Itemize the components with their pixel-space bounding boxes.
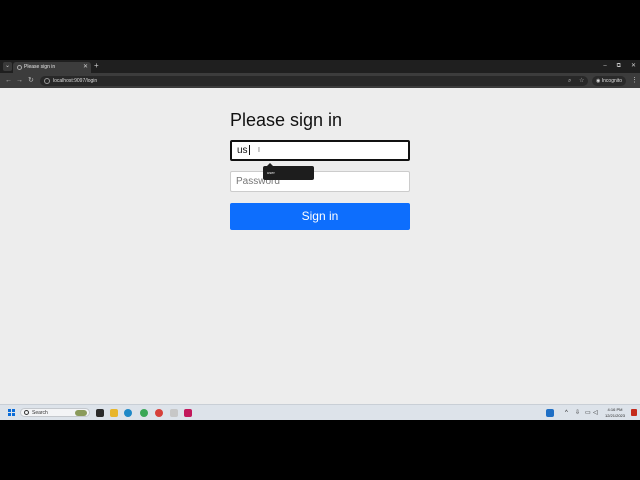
edge-browser-icon[interactable] bbox=[124, 409, 132, 417]
autofill-pointer bbox=[267, 163, 273, 166]
sign-in-button[interactable]: Sign in bbox=[230, 203, 410, 230]
address-bar[interactable]: localhost:9097/login ⌕ ☆ bbox=[40, 76, 588, 86]
chrome-incognito-icon[interactable] bbox=[155, 409, 163, 417]
search-highlight-icon bbox=[75, 410, 87, 416]
tab-favicon-icon bbox=[17, 65, 22, 70]
username-input[interactable]: us bbox=[230, 140, 410, 161]
notification-icon[interactable] bbox=[631, 409, 637, 416]
back-arrow-icon[interactable]: ← bbox=[5, 76, 12, 85]
system-clock[interactable]: 4:16 PM 12/21/2023 bbox=[601, 407, 629, 419]
forward-arrow-icon[interactable]: → bbox=[16, 76, 23, 85]
password-input[interactable]: Password bbox=[230, 171, 410, 192]
search-icon bbox=[24, 410, 29, 415]
browser-toolbar: ← → ↻ localhost:9097/login ⌕ ☆ ◉ Incogni… bbox=[0, 73, 640, 88]
windows-start-icon[interactable] bbox=[8, 409, 15, 416]
incognito-badge[interactable]: ◉ Incognito bbox=[592, 76, 626, 86]
username-value: us bbox=[237, 145, 248, 156]
tab-title: Please sign in bbox=[24, 64, 56, 70]
chrome-icon[interactable] bbox=[140, 409, 148, 417]
widgets-icon[interactable] bbox=[546, 409, 554, 417]
incognito-icon: ◉ bbox=[596, 78, 601, 84]
volume-icon[interactable]: ◁ bbox=[593, 409, 598, 417]
page-title: Please sign in bbox=[230, 110, 343, 130]
autofill-suggestion[interactable]: user bbox=[263, 163, 314, 180]
close-window-button[interactable]: ✕ bbox=[631, 61, 636, 71]
reload-icon[interactable]: ↻ bbox=[28, 76, 34, 85]
network-icon[interactable]: ▭ bbox=[585, 409, 591, 417]
clock-date: 12/21/2023 bbox=[604, 413, 626, 418]
file-explorer-icon[interactable] bbox=[110, 409, 118, 417]
tab-search-icon[interactable]: ⌄ bbox=[3, 62, 12, 71]
ibeam-cursor-icon: I bbox=[258, 147, 260, 154]
incognito-label: Incognito bbox=[601, 78, 623, 84]
text-caret bbox=[248, 145, 250, 156]
taskbar-search-label: Search bbox=[32, 410, 48, 416]
app-icon[interactable] bbox=[170, 409, 178, 417]
browser-tab[interactable]: Please sign in ✕ bbox=[13, 62, 91, 73]
zoom-icon[interactable]: ⌕ bbox=[568, 77, 571, 85]
windows-taskbar: Search ^ ⇩ ▭ ◁ 4:16 PM 12/21/2023 bbox=[0, 404, 640, 420]
tab-close-icon[interactable]: ✕ bbox=[83, 63, 88, 70]
browser-tab-bar: ⌄ Please sign in ✕ + – ⧉ ✕ bbox=[0, 60, 640, 73]
minimize-button[interactable]: – bbox=[603, 61, 606, 71]
usb-icon[interactable]: ⇩ bbox=[575, 409, 580, 417]
task-view-icon[interactable] bbox=[96, 409, 104, 417]
window-controls: – ⧉ ✕ bbox=[603, 61, 636, 71]
more-menu-icon[interactable]: ⋮ bbox=[631, 76, 638, 85]
bookmark-star-icon[interactable]: ☆ bbox=[579, 77, 584, 85]
tray-chevron-icon[interactable]: ^ bbox=[565, 409, 568, 417]
new-tab-button[interactable]: + bbox=[94, 61, 99, 71]
address-url: localhost:9097/login bbox=[53, 78, 98, 84]
site-info-icon[interactable] bbox=[44, 78, 50, 84]
screen: ⌄ Please sign in ✕ + – ⧉ ✕ ← → ↻ localho… bbox=[0, 60, 640, 420]
taskbar-search[interactable]: Search bbox=[20, 408, 90, 417]
restore-button[interactable]: ⧉ bbox=[617, 61, 621, 71]
autofill-suggestion-text: user bbox=[267, 170, 275, 175]
intellij-icon[interactable] bbox=[184, 409, 192, 417]
